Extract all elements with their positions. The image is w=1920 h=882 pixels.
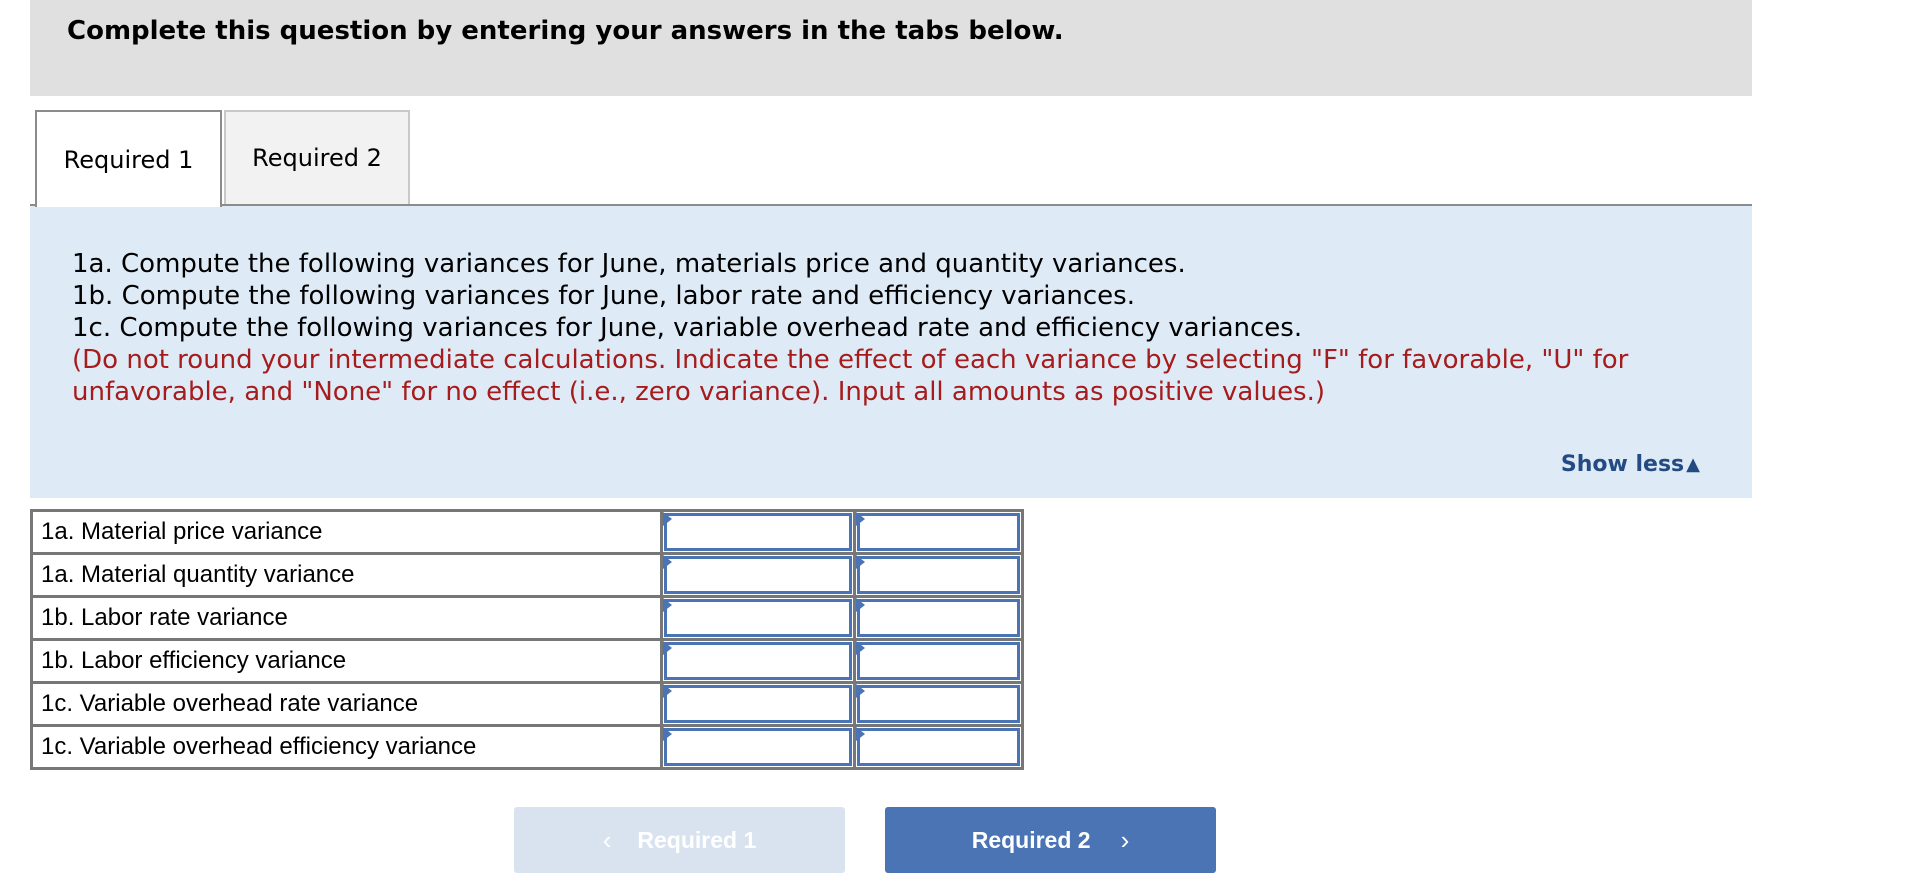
variance-table: 1a. Material price variance 1a. Material …	[30, 509, 1024, 770]
input-flag-icon	[856, 727, 865, 741]
header-title: Complete this question by entering your …	[67, 16, 1064, 46]
amount-input[interactable]	[660, 681, 856, 727]
input-flag-icon	[663, 641, 672, 655]
input-border	[664, 642, 852, 680]
effect-dropdown[interactable]	[853, 638, 1024, 684]
input-flag-icon	[663, 555, 672, 569]
instruction-note: (Do not round your intermediate calculat…	[72, 345, 1629, 407]
instructions-text: 1a. Compute the following variances for …	[72, 248, 1712, 408]
input-border	[664, 556, 852, 594]
variance-label: 1b. Labor efficiency variance	[30, 638, 663, 684]
tab-label: Required 2	[252, 144, 382, 172]
table-row: 1c. Variable overhead rate variance	[30, 681, 1024, 727]
input-border	[857, 513, 1020, 551]
instruction-line: 1a. Compute the following variances for …	[72, 249, 1186, 279]
input-flag-icon	[663, 598, 672, 612]
variance-label: 1c. Variable overhead rate variance	[30, 681, 663, 727]
variance-label: 1c. Variable overhead efficiency varianc…	[30, 724, 663, 770]
input-flag-icon	[856, 512, 865, 526]
input-border	[857, 728, 1020, 766]
prev-button-label: Required 1	[637, 826, 757, 853]
effect-dropdown[interactable]	[853, 552, 1024, 598]
table-row: 1a. Material quantity variance	[30, 552, 1024, 598]
effect-dropdown[interactable]	[853, 681, 1024, 727]
table-row: 1c. Variable overhead efficiency varianc…	[30, 724, 1024, 770]
instruction-line: 1b. Compute the following variances for …	[72, 281, 1135, 311]
input-border	[664, 599, 852, 637]
show-less-toggle[interactable]: Show less ▲	[1561, 452, 1700, 477]
tab-label: Required 1	[63, 145, 194, 174]
input-border	[857, 642, 1020, 680]
chevron-left-icon: ‹	[602, 824, 612, 855]
prev-required-button[interactable]: ‹ Required 1	[514, 807, 845, 873]
input-flag-icon	[663, 684, 672, 698]
amount-input[interactable]	[660, 595, 856, 641]
input-border	[857, 685, 1020, 723]
variance-label: 1b. Labor rate variance	[30, 595, 663, 641]
input-flag-icon	[856, 684, 865, 698]
amount-input[interactable]	[660, 509, 856, 555]
amount-input[interactable]	[660, 552, 856, 598]
table-row: 1b. Labor rate variance	[30, 595, 1024, 641]
tab-required-2[interactable]: Required 2	[224, 110, 410, 204]
variance-label: 1a. Material price variance	[30, 509, 663, 555]
next-button-label: Required 2	[971, 826, 1091, 853]
input-border	[664, 513, 852, 551]
input-border	[664, 685, 852, 723]
table-row: 1b. Labor efficiency variance	[30, 638, 1024, 684]
variance-label: 1a. Material quantity variance	[30, 552, 663, 598]
next-required-button[interactable]: Required 2 ›	[885, 807, 1216, 873]
input-border	[664, 728, 852, 766]
amount-input[interactable]	[660, 638, 856, 684]
instructions-panel: 1a. Compute the following variances for …	[30, 206, 1752, 498]
amount-input[interactable]	[660, 724, 856, 770]
triangle-up-icon: ▲	[1686, 454, 1700, 475]
input-border	[857, 556, 1020, 594]
tab-required-1[interactable]: Required 1	[35, 110, 222, 207]
input-flag-icon	[856, 598, 865, 612]
effect-dropdown[interactable]	[853, 595, 1024, 641]
input-flag-icon	[663, 512, 672, 526]
instruction-line: 1c. Compute the following variances for …	[72, 313, 1303, 343]
input-border	[857, 599, 1020, 637]
input-flag-icon	[856, 641, 865, 655]
question-header: Complete this question by entering your …	[30, 0, 1752, 96]
input-flag-icon	[856, 555, 865, 569]
show-less-label: Show less	[1560, 452, 1685, 477]
effect-dropdown[interactable]	[853, 724, 1024, 770]
chevron-right-icon: ›	[1120, 824, 1130, 855]
effect-dropdown[interactable]	[853, 509, 1024, 555]
table-row: 1a. Material price variance	[30, 509, 1024, 555]
input-flag-icon	[663, 727, 672, 741]
